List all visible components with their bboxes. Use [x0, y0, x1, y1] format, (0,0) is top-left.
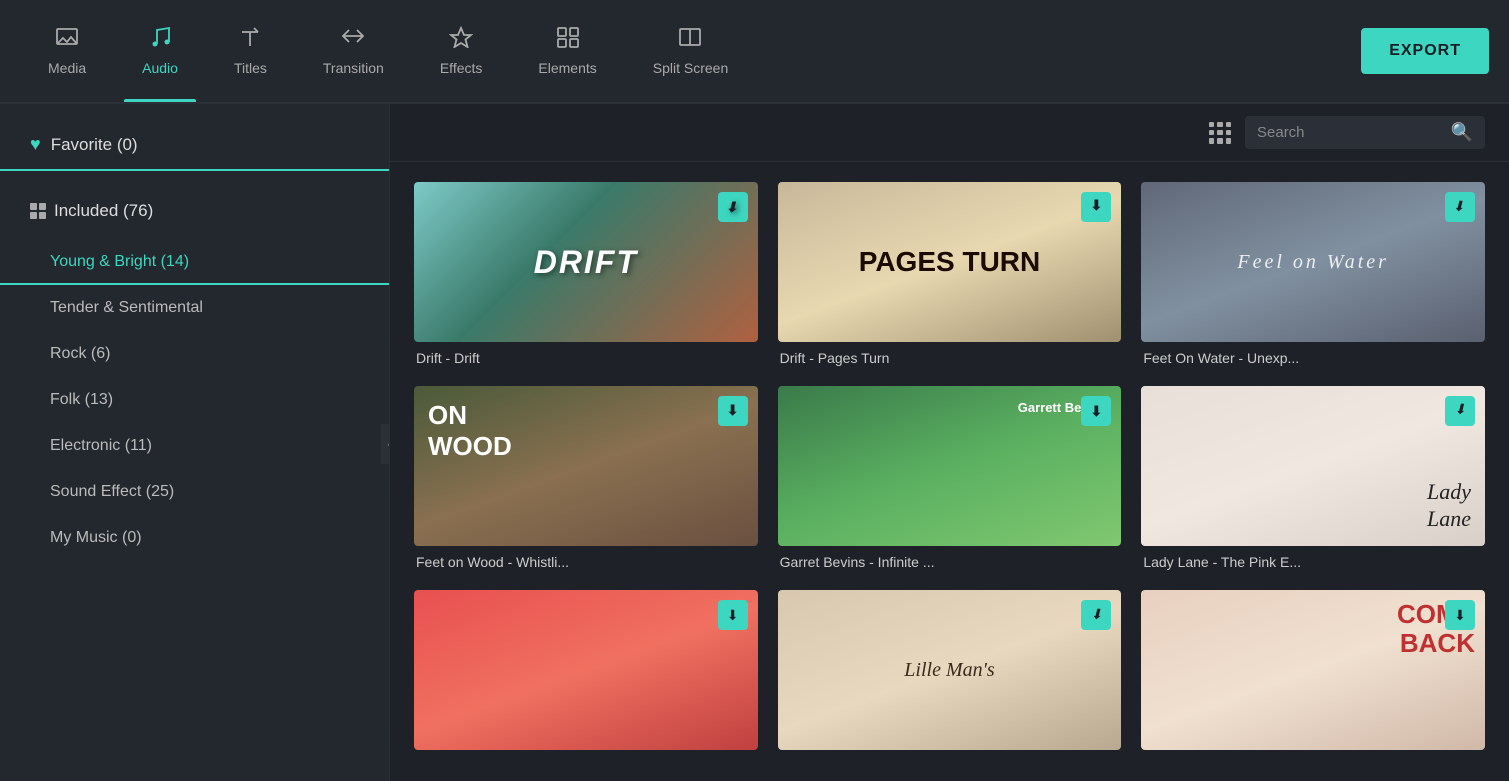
search-wrapper: 🔍 — [1245, 116, 1485, 149]
nav-item-media[interactable]: Media — [20, 0, 114, 102]
wood-thumb-text: ON WOOD — [428, 400, 512, 462]
sidebar-favorite[interactable]: ♥ Favorite (0) — [0, 124, 389, 171]
music-card-lady-title: Lady Lane - The Pink E... — [1141, 554, 1485, 570]
sidebar-item-my-music[interactable]: My Music (0) — [0, 515, 389, 561]
transition-icon — [341, 26, 365, 54]
drift-thumb-text: DRIFT — [534, 244, 638, 281]
included-grid-icon — [30, 203, 46, 219]
nav-item-transition[interactable]: Transition — [295, 0, 412, 102]
favorite-label: Favorite (0) — [51, 135, 138, 155]
music-card-lady-thumb: Lady Lane ⬇ — [1141, 386, 1485, 546]
export-button[interactable]: EXPORT — [1361, 28, 1489, 74]
media-label: Media — [48, 60, 86, 76]
sidebar-item-folk[interactable]: Folk (13) — [0, 377, 389, 423]
music-grid: DRIFT ⬇ Drift - Drift PAGES TURN ⬇ Drift… — [390, 162, 1509, 778]
effects-icon — [449, 26, 473, 54]
sidebar-collapse-button[interactable]: ◀ — [381, 424, 390, 464]
sidebar-category-list: Young & Bright (14) Tender & Sentimental… — [0, 239, 389, 561]
effects-label: Effects — [440, 60, 483, 76]
music-card-wood-thumb: ON WOOD ⬇ — [414, 386, 758, 546]
elements-icon — [556, 26, 580, 54]
pages-thumb-text: PAGES TURN — [859, 247, 1041, 278]
drift-download-badge[interactable]: ⬇ — [718, 192, 748, 222]
top-nav: Media Audio Titles — [0, 0, 1509, 104]
music-card-pages[interactable]: PAGES TURN ⬇ Drift - Pages Turn — [778, 182, 1122, 366]
bottom2-thumb-text: Lille Man's — [904, 659, 994, 682]
music-card-bottom1-thumb: ⬇ — [414, 590, 758, 750]
elements-label: Elements — [538, 60, 596, 76]
sidebar-item-tender[interactable]: Tender & Sentimental — [0, 285, 389, 331]
music-card-wood-title: Feet on Wood - Whistli... — [414, 554, 758, 570]
infinite-download-badge[interactable]: ⬇ — [1081, 396, 1111, 426]
music-card-bottom3-thumb: COME BACK ⬇ — [1141, 590, 1485, 750]
sidebar-item-rock[interactable]: Rock (6) — [0, 331, 389, 377]
sidebar-item-sound-effect[interactable]: Sound Effect (25) — [0, 469, 389, 515]
water-thumb-text: Feel on Water — [1237, 251, 1389, 274]
music-card-bottom1[interactable]: ⬇ — [414, 590, 758, 758]
audio-label: Audio — [142, 60, 178, 76]
music-card-lady[interactable]: Lady Lane ⬇ Lady Lane - The Pink E... — [1141, 386, 1485, 570]
music-card-pages-thumb: PAGES TURN ⬇ — [778, 182, 1122, 342]
included-label: Included (76) — [54, 201, 153, 221]
music-card-drift[interactable]: DRIFT ⬇ Drift - Drift — [414, 182, 758, 366]
music-card-drift-title: Drift - Drift — [414, 350, 758, 366]
music-card-water-title: Feet On Water - Unexp... — [1141, 350, 1485, 366]
media-icon — [55, 26, 79, 54]
bottom2-download-badge[interactable]: ⬇ — [1081, 600, 1111, 630]
search-input[interactable] — [1257, 124, 1443, 141]
water-download-badge[interactable]: ⬇ — [1445, 192, 1475, 222]
nav-item-elements[interactable]: Elements — [510, 0, 624, 102]
content-area: 🔍 DRIFT ⬇ Drift - Drift PAGES TURN ⬇ Dri… — [390, 104, 1509, 781]
search-bar: 🔍 — [390, 104, 1509, 162]
music-card-water-thumb: Feel on Water ⬇ — [1141, 182, 1485, 342]
split-screen-icon — [678, 26, 702, 54]
bottom1-download-badge[interactable]: ⬇ — [718, 600, 748, 630]
nav-item-effects[interactable]: Effects — [412, 0, 511, 102]
music-card-pages-title: Drift - Pages Turn — [778, 350, 1122, 366]
nav-item-titles[interactable]: Titles — [206, 0, 295, 102]
sidebar: ♥ Favorite (0) Included (76) Young & Bri… — [0, 104, 390, 781]
lady-download-badge[interactable]: ⬇ — [1445, 396, 1475, 426]
music-card-drift-thumb: DRIFT ⬇ — [414, 182, 758, 342]
grid-view-toggle[interactable] — [1209, 122, 1231, 144]
titles-icon — [240, 26, 260, 54]
music-card-wood[interactable]: ON WOOD ⬇ Feet on Wood - Whistli... — [414, 386, 758, 570]
search-icon: 🔍 — [1451, 122, 1473, 143]
music-card-infinite[interactable]: Garrett Bevins ⬇ Garret Bevins - Infinit… — [778, 386, 1122, 570]
nav-item-split-screen[interactable]: Split Screen — [625, 0, 756, 102]
music-card-infinite-title: Garret Bevins - Infinite ... — [778, 554, 1122, 570]
nav-item-audio[interactable]: Audio — [114, 0, 206, 102]
split-screen-label: Split Screen — [653, 60, 728, 76]
music-card-bottom2-thumb: Lille Man's ⬇ — [778, 590, 1122, 750]
wood-download-badge[interactable]: ⬇ — [718, 396, 748, 426]
transition-label: Transition — [323, 60, 384, 76]
music-card-bottom2[interactable]: Lille Man's ⬇ — [778, 590, 1122, 758]
music-card-bottom3[interactable]: COME BACK ⬇ — [1141, 590, 1485, 758]
lady-thumb-text: Lady Lane — [1427, 479, 1471, 532]
music-card-water[interactable]: Feel on Water ⬇ Feet On Water - Unexp... — [1141, 182, 1485, 366]
titles-label: Titles — [234, 60, 267, 76]
pages-download-badge[interactable]: ⬇ — [1081, 192, 1111, 222]
sidebar-included-header: Included (76) — [0, 191, 389, 239]
audio-icon — [149, 26, 171, 54]
sidebar-item-young[interactable]: Young & Bright (14) — [0, 239, 389, 285]
sidebar-item-electronic[interactable]: Electronic (11) — [0, 423, 389, 469]
heart-icon: ♥ — [30, 134, 41, 155]
bottom3-download-badge[interactable]: ⬇ — [1445, 600, 1475, 630]
music-card-infinite-thumb: Garrett Bevins ⬇ — [778, 386, 1122, 546]
main-area: ♥ Favorite (0) Included (76) Young & Bri… — [0, 104, 1509, 781]
